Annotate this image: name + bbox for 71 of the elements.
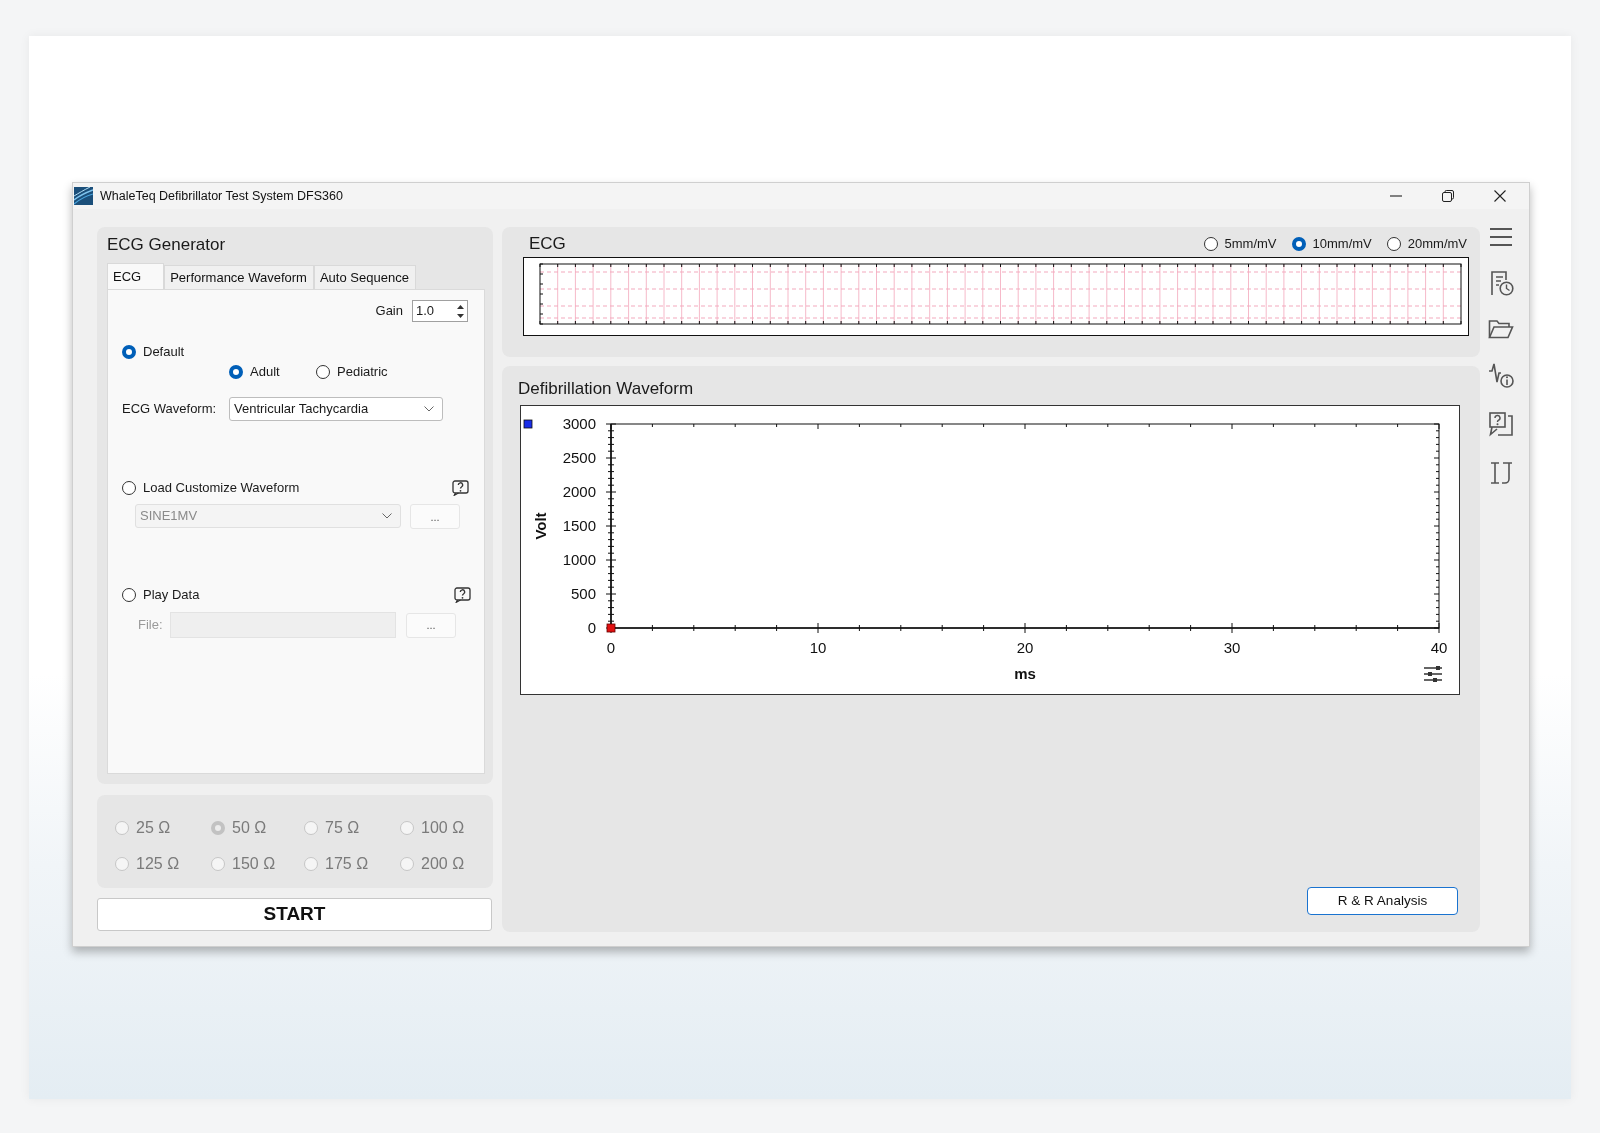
axis-tick-label: 0 [606, 639, 616, 656]
radio-button[interactable] [316, 365, 330, 379]
radio-label: 100 Ω [421, 818, 465, 838]
tab[interactable]: Performance Waveform [164, 265, 314, 289]
waveform-info-icon[interactable] [1488, 362, 1514, 388]
radio-button[interactable] [122, 345, 136, 359]
chevron-down-icon [382, 513, 392, 519]
radio-label: Play Data [143, 586, 200, 605]
folder-icon[interactable] [1488, 319, 1514, 339]
panel-title: ECG [529, 234, 566, 254]
start-button[interactable]: START [97, 898, 492, 931]
help-icon[interactable] [454, 587, 471, 603]
radio-button[interactable] [122, 481, 136, 495]
panel-title: ECG Generator [107, 235, 227, 255]
radio-button[interactable] [1386, 237, 1401, 251]
radio-label: Pediatric [337, 363, 388, 382]
tab[interactable]: Auto Sequence [313, 265, 416, 289]
radio-label: 10mm/mV [1312, 235, 1372, 254]
radio-label: 5mm/mV [1224, 235, 1277, 254]
radio-label: 125 Ω [136, 854, 180, 874]
axis-tick-label: 1000 [562, 551, 596, 568]
help-chat-icon[interactable] [1488, 411, 1514, 437]
axis-tick-label: 10 [809, 639, 827, 656]
axis-tick-label: 500 [570, 585, 596, 602]
radio-label: 50 Ω [232, 818, 267, 838]
gain-label: Gain [375, 302, 403, 321]
radio-label: Load Customize Waveform [143, 479, 300, 498]
axis-tick-label: 2500 [562, 449, 596, 466]
waveform-select[interactable]: Ventricular Tachycardia [229, 397, 443, 421]
gain-spinbox[interactable]: 1.0 [412, 300, 468, 322]
app-logo-icon [74, 187, 93, 205]
ij-icon[interactable] [1488, 460, 1514, 486]
field-label: File: [138, 616, 164, 635]
analysis-button[interactable]: R & R Analysis [1307, 887, 1458, 915]
radio-label: 175 Ω [325, 854, 369, 874]
window-title: WhaleTeq Defibrillator Test System DFS360 [100, 187, 343, 205]
caret-down-icon[interactable] [457, 313, 464, 318]
axis-tick-label: 40 [1430, 639, 1448, 656]
restore-icon[interactable] [1442, 190, 1454, 202]
field-label: ECG Waveform: [122, 400, 218, 419]
radio-button[interactable] [1291, 237, 1306, 251]
radio-label: 150 Ω [232, 854, 276, 874]
radio-button[interactable] [122, 588, 136, 602]
close-icon[interactable] [1494, 190, 1506, 202]
axis-tick-label: 1500 [562, 517, 596, 534]
tab[interactable]: ECG [107, 263, 165, 289]
document-clock-icon[interactable] [1488, 270, 1514, 296]
axis-title: Volt [532, 512, 549, 540]
radio-label: 200 Ω [421, 854, 465, 874]
axis-tick-label: 0 [587, 619, 596, 636]
browse-button[interactable]: ... [406, 612, 456, 638]
radio-button[interactable] [229, 365, 243, 379]
radio-button[interactable] [1203, 237, 1218, 251]
browse-button[interactable]: ... [410, 504, 460, 529]
axis-tick-label: 20 [1016, 639, 1034, 656]
axis-title: ms [1014, 665, 1036, 682]
radio-label: Adult [250, 363, 280, 382]
radio-label: 75 Ω [325, 818, 360, 838]
panel-title: Defibrillation Waveform [518, 379, 694, 399]
axis-tick-label: 2000 [562, 483, 596, 500]
sliders-icon[interactable] [1423, 666, 1443, 682]
radio-label: 25 Ω [136, 818, 171, 838]
radio-label: 20mm/mV [1407, 235, 1467, 254]
radio-label: Default [143, 343, 185, 362]
help-icon[interactable] [452, 480, 469, 496]
legend-marker-icon [523, 419, 533, 429]
chevron-down-icon [424, 406, 434, 412]
menu-icon[interactable] [1488, 227, 1514, 247]
caret-up-icon[interactable] [457, 304, 464, 309]
axis-tick-label: 3000 [562, 415, 596, 432]
axis-tick-label: 30 [1223, 639, 1241, 656]
